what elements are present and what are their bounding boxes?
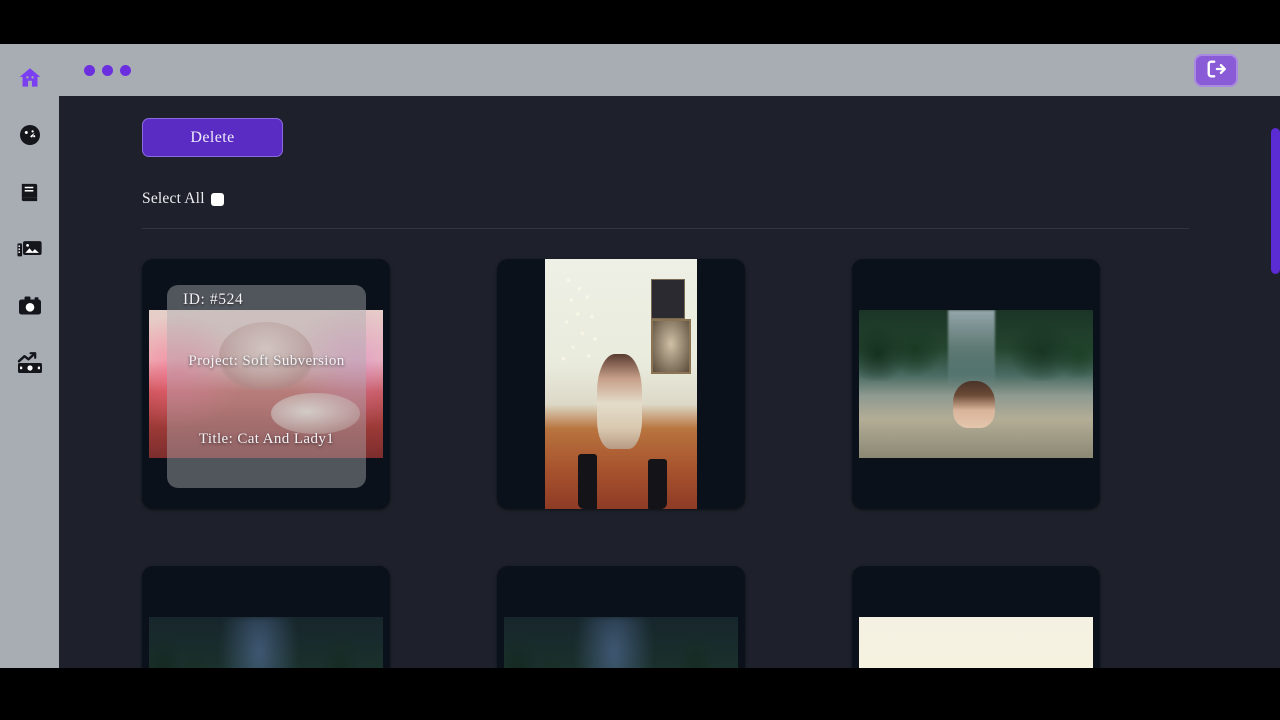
gallery-card[interactable] bbox=[852, 259, 1100, 509]
gallery-page: Delete Select All ID: #524 Project: Soft… bbox=[59, 96, 1272, 668]
letterbox-bottom bbox=[0, 668, 1280, 720]
card-media bbox=[142, 566, 390, 668]
haze-decoration bbox=[574, 617, 654, 668]
wall-frame-decoration bbox=[651, 279, 685, 319]
main-content-panel: Delete Select All ID: #524 Project: Soft… bbox=[59, 96, 1280, 668]
gallery-card[interactable] bbox=[497, 566, 745, 668]
card-media bbox=[852, 566, 1100, 668]
logout-button[interactable] bbox=[1194, 54, 1238, 87]
card-thumbnail bbox=[859, 617, 1093, 668]
select-all-row: Select All bbox=[142, 190, 1217, 208]
book-icon bbox=[18, 181, 41, 204]
select-all-checkbox[interactable] bbox=[210, 192, 224, 206]
dot-3 bbox=[120, 64, 131, 76]
figure-decoration bbox=[952, 381, 995, 429]
topbar bbox=[59, 44, 1280, 96]
card-thumbnail bbox=[545, 259, 697, 509]
sidebar-item-earnings[interactable] bbox=[16, 349, 44, 377]
photos-gallery-icon bbox=[16, 237, 43, 261]
logout-exit-icon bbox=[1205, 59, 1227, 82]
card-thumbnail bbox=[149, 310, 383, 458]
haze-decoration bbox=[219, 617, 299, 668]
sidebar-item-gallery[interactable] bbox=[16, 235, 44, 263]
gallery-card[interactable] bbox=[142, 566, 390, 668]
card-media bbox=[142, 259, 390, 509]
boot-decoration bbox=[648, 459, 667, 509]
section-divider bbox=[142, 228, 1189, 229]
waterfall-decoration bbox=[947, 310, 995, 387]
dot-2 bbox=[102, 64, 113, 76]
sidebar-item-library[interactable] bbox=[16, 178, 44, 206]
camera-icon bbox=[18, 295, 42, 317]
boot-decoration bbox=[578, 454, 597, 509]
dashboard-speedometer-icon bbox=[18, 123, 42, 147]
card-thumbnail bbox=[504, 617, 738, 668]
wall-frame-decoration bbox=[651, 319, 691, 374]
three-dots-icon[interactable] bbox=[84, 64, 131, 76]
app-shell: Delete Select All ID: #524 Project: Soft… bbox=[0, 44, 1280, 668]
letterbox-top bbox=[0, 0, 1280, 44]
select-all-label: Select All bbox=[142, 190, 205, 207]
vertical-scrollbar[interactable] bbox=[1271, 96, 1280, 668]
dot-1 bbox=[84, 64, 95, 76]
gallery-card[interactable]: ID: #524 Project: Soft Subversion Title:… bbox=[142, 259, 390, 509]
gallery-grid: ID: #524 Project: Soft Subversion Title:… bbox=[142, 259, 1217, 668]
sidebar-item-camera[interactable] bbox=[16, 292, 44, 320]
card-media bbox=[852, 259, 1100, 509]
sidebar-nav bbox=[0, 44, 59, 668]
card-media bbox=[497, 259, 745, 509]
scrollbar-thumb[interactable] bbox=[1271, 128, 1280, 274]
card-thumbnail bbox=[149, 617, 383, 668]
home-icon bbox=[17, 65, 43, 91]
money-chart-icon bbox=[17, 352, 43, 374]
gallery-card[interactable] bbox=[852, 566, 1100, 668]
figure-decoration bbox=[596, 354, 643, 449]
gallery-card[interactable] bbox=[497, 259, 745, 509]
sidebar-item-dashboard[interactable] bbox=[16, 121, 44, 149]
delete-button[interactable]: Delete bbox=[142, 118, 283, 157]
card-media bbox=[497, 566, 745, 668]
card-thumbnail bbox=[859, 310, 1093, 458]
app-window: Delete Select All ID: #524 Project: Soft… bbox=[0, 0, 1280, 720]
sidebar-item-home[interactable] bbox=[16, 64, 44, 92]
